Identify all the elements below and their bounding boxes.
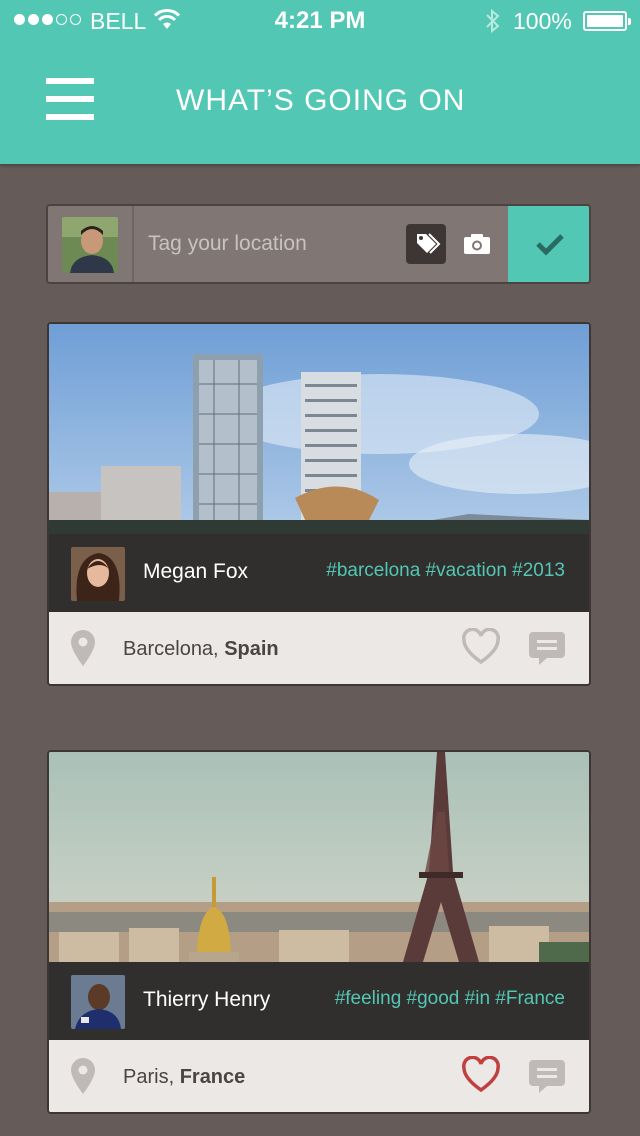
avatar[interactable] [71, 975, 125, 1029]
post-card: Thierry Henry #feeling #good #in #France… [47, 750, 591, 1114]
location-input[interactable] [136, 206, 506, 282]
comment-button[interactable] [527, 628, 567, 668]
post-country: Spain [224, 638, 279, 660]
comment-button[interactable] [527, 1056, 567, 1096]
post-photo[interactable]: Thierry Henry #feeling #good #in #France [49, 752, 589, 1040]
like-button[interactable] [460, 1055, 502, 1094]
location-composer [46, 204, 591, 284]
tag-button[interactable] [406, 224, 446, 264]
avatar[interactable] [71, 547, 125, 601]
post-author-name[interactable]: Megan Fox [143, 560, 248, 584]
camera-button[interactable] [460, 230, 494, 258]
checkmark-icon [535, 234, 564, 256]
post-author-bar: Megan Fox #barcelona #vacation #2013 [49, 534, 589, 612]
app-header: BELL 4:21 PM 100% WHAT’S GOING ON [0, 0, 640, 164]
post-city: Paris, [123, 1066, 175, 1088]
post-city: Barcelona, [123, 638, 219, 660]
post-hashtags[interactable]: #feeling #good #in #France [335, 988, 565, 1010]
post-author-bar: Thierry Henry #feeling #good #in #France [49, 962, 589, 1040]
current-user-avatar-slot [48, 206, 134, 282]
avatar [62, 217, 118, 273]
location-pin-icon [71, 1058, 95, 1094]
post-location: Paris, France [123, 1066, 245, 1089]
battery-percent: 100% [513, 8, 572, 34]
page-title: WHAT’S GOING ON [176, 84, 466, 117]
tag-icon [417, 233, 441, 254]
status-bar: BELL 4:21 PM 100% [0, 0, 640, 40]
menu-icon[interactable] [46, 78, 94, 120]
location-pin-icon [71, 630, 95, 666]
comment-icon [529, 1060, 565, 1093]
post-location: Barcelona, Spain [123, 638, 279, 661]
post-footer: Paris, France [49, 1040, 589, 1112]
post-author-name[interactable]: Thierry Henry [143, 988, 270, 1012]
heart-icon [462, 627, 500, 665]
post-country: France [179, 1066, 246, 1088]
comment-icon [529, 632, 565, 665]
submit-button[interactable] [508, 206, 589, 282]
post-photo[interactable]: Megan Fox #barcelona #vacation #2013 [49, 324, 589, 612]
post-footer: Barcelona, Spain [49, 612, 589, 684]
post-hashtags[interactable]: #barcelona #vacation #2013 [326, 560, 565, 582]
heart-icon [462, 1055, 500, 1093]
post-card: Megan Fox #barcelona #vacation #2013 Bar… [47, 322, 591, 686]
bluetooth-icon [486, 8, 500, 34]
camera-icon [464, 234, 490, 254]
like-button[interactable] [460, 627, 502, 666]
battery-icon [583, 11, 631, 31]
